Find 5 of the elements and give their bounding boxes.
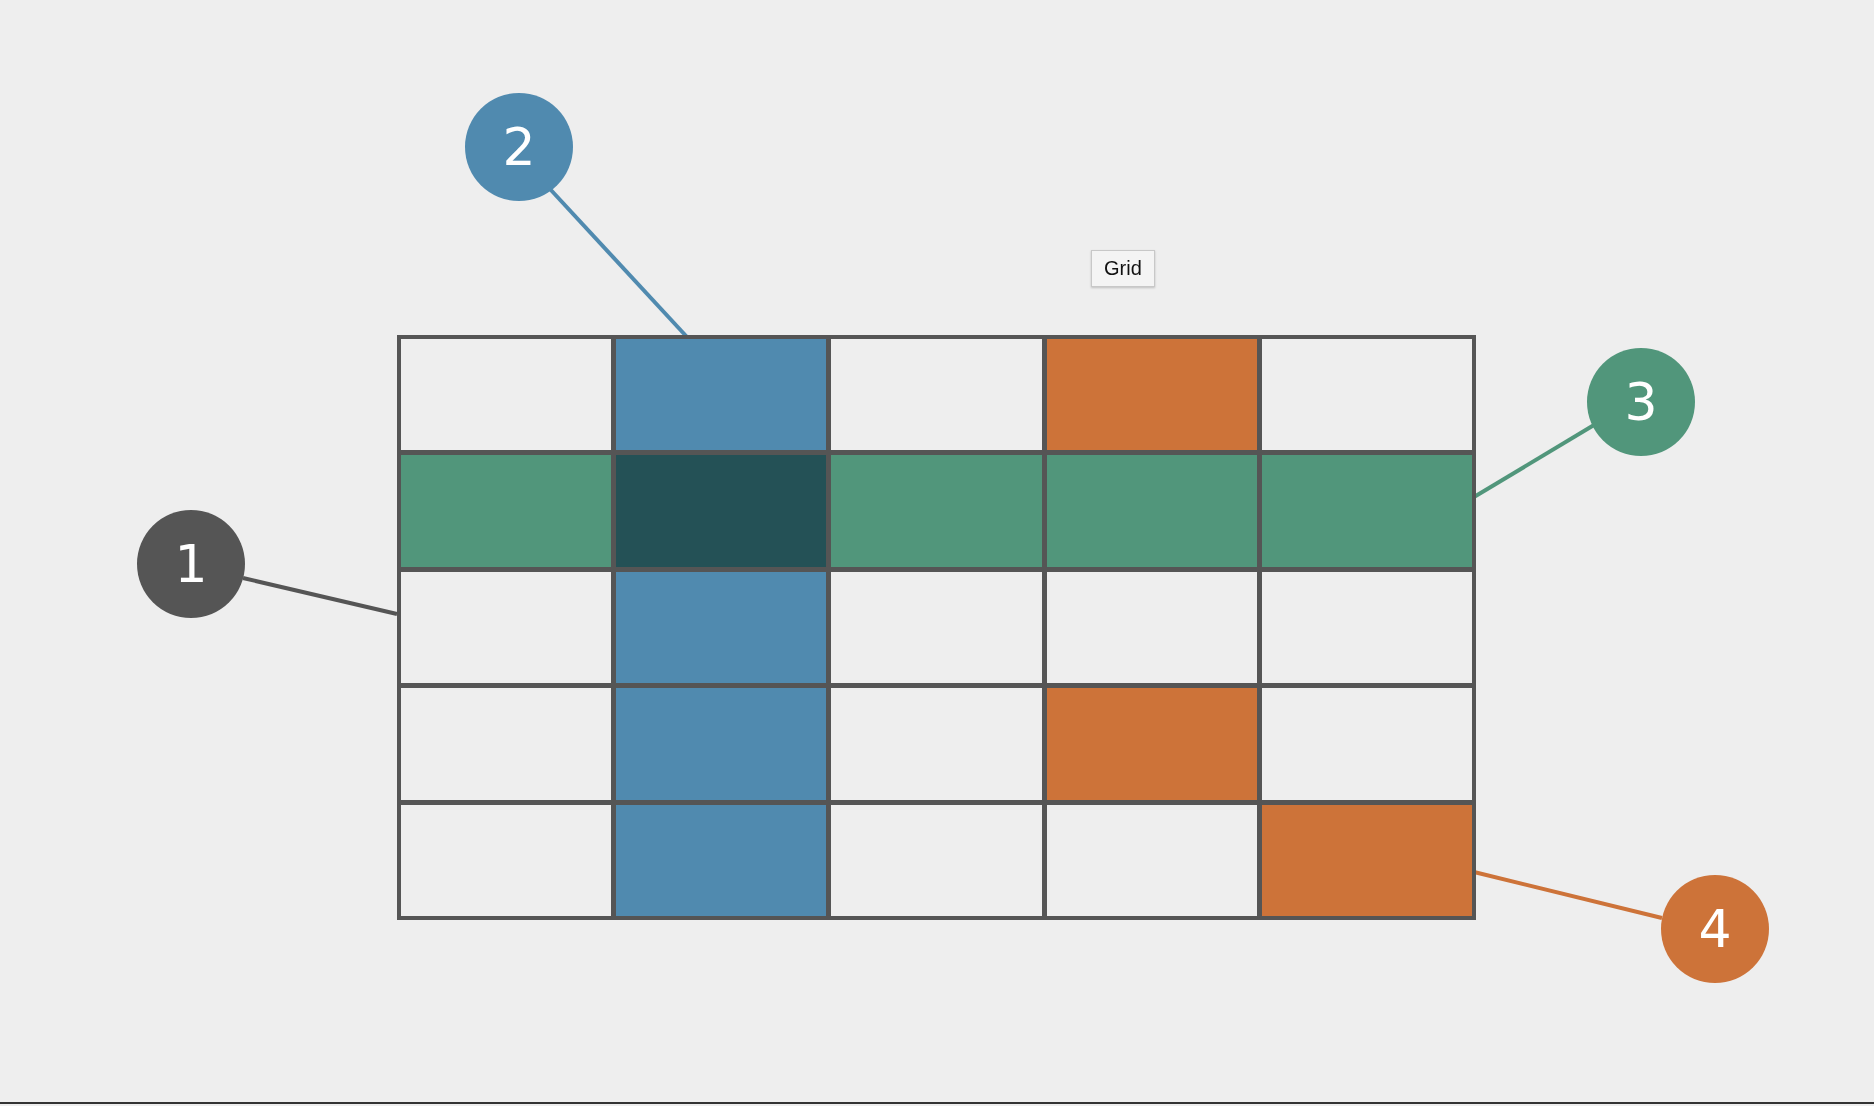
number-badge: 4 [1661, 875, 1769, 983]
number-badge: 2 [465, 93, 573, 201]
number-badge: 3 [1587, 348, 1695, 456]
tooltip: Grid [1091, 250, 1155, 287]
number-badge: 1 [137, 510, 245, 618]
